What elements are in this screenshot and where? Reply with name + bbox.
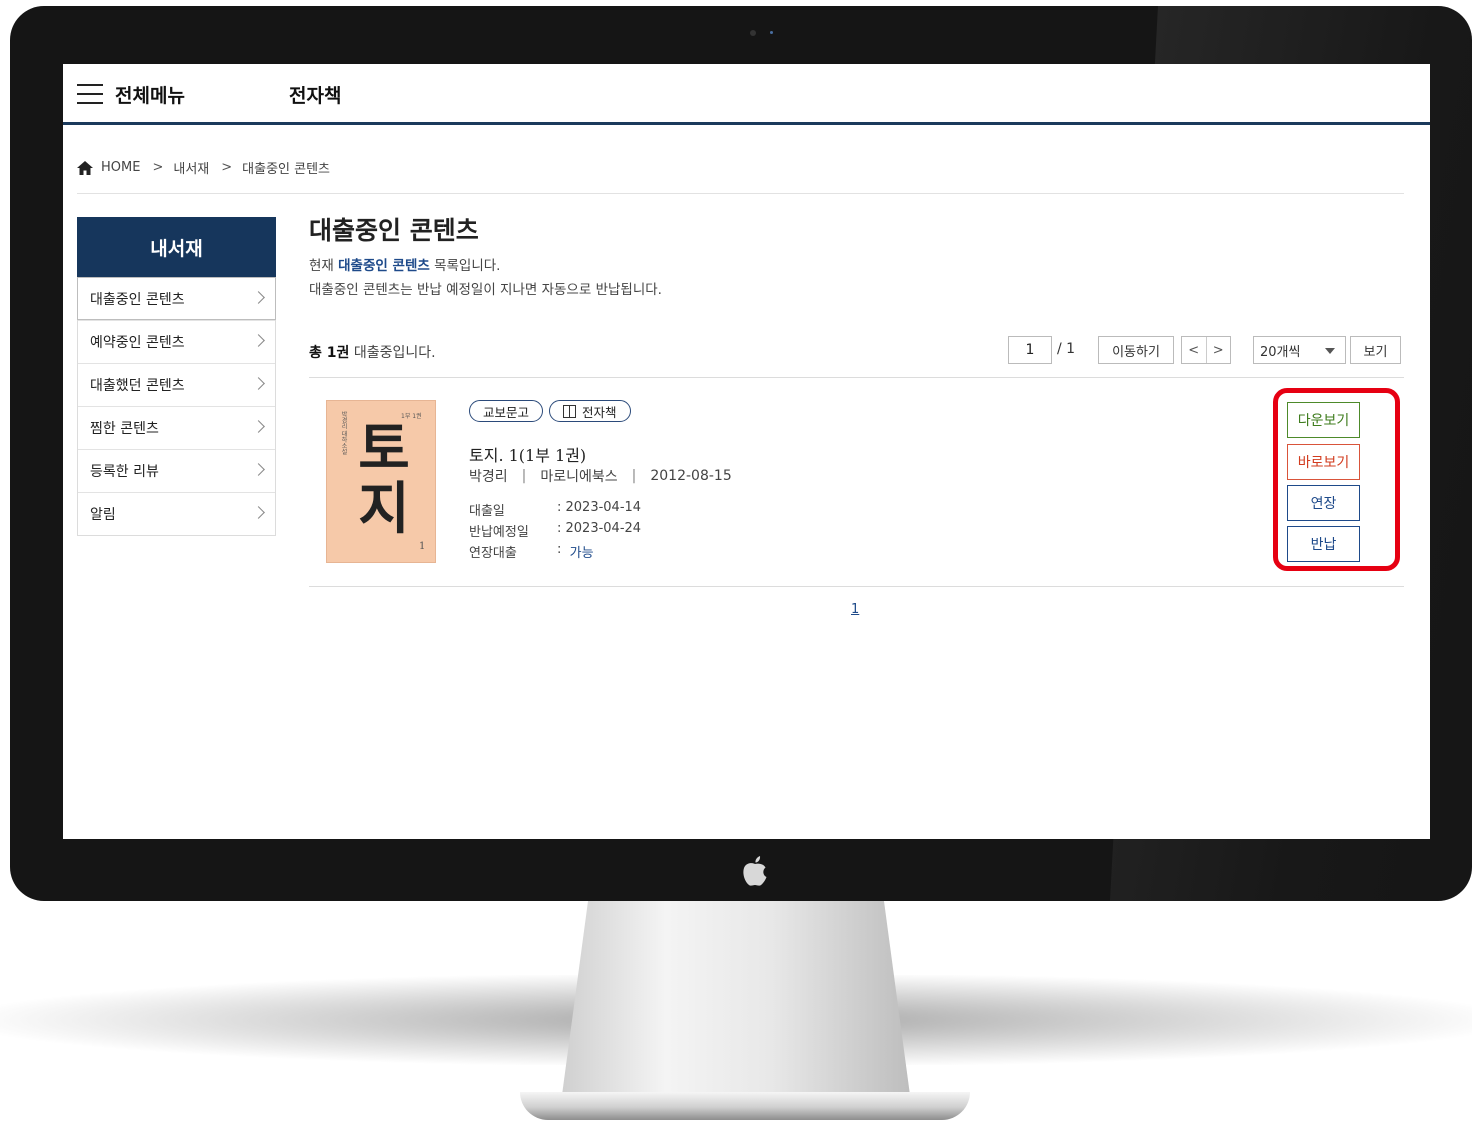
book-author: 박경리 [469, 469, 508, 485]
home-icon [77, 160, 93, 175]
list-item: 박경리 대하소설 1부 1권 토 지 1 교보문고 전자책 토지. 1(1부 1… [309, 378, 1404, 587]
page-title: 대출중인 콘텐츠 [309, 216, 479, 245]
prev-page-button[interactable]: < [1182, 337, 1207, 363]
go-page-button[interactable]: 이동하기 [1098, 336, 1174, 364]
book-icon [563, 404, 577, 418]
all-menu-label: 전체메뉴 [115, 84, 185, 107]
section-title: 전자책 [289, 85, 342, 107]
sidebar-item-wishlist[interactable]: 찜한 콘텐츠 [78, 406, 275, 449]
monitor-stand [560, 900, 912, 1110]
description-emphasis: 대출중인 콘텐츠 [338, 258, 430, 274]
direct-view-button[interactable]: 바로보기 [1287, 444, 1360, 480]
sidebar-item-borrowing[interactable]: 대출중인 콘텐츠 [77, 277, 276, 320]
cover-title-char-1: 토 [358, 416, 410, 482]
page-number-input[interactable]: 1 [1008, 336, 1052, 364]
meta-separator: | [631, 468, 637, 484]
extend-label: 연장대출 [469, 546, 517, 561]
description-prefix: 현재 [309, 258, 339, 274]
sidebar-item-reviews[interactable]: 등록한 리뷰 [78, 449, 275, 492]
cover-title-char-2: 지 [358, 476, 410, 542]
book-publisher: 마로니에북스 [540, 469, 618, 485]
total-count: 총 1권 대출중입니다. [309, 342, 436, 362]
tag-ebook: 전자책 [549, 400, 631, 422]
sidebar-item-label: 등록한 리뷰 [90, 464, 159, 480]
sidebar-item-label: 알림 [90, 507, 116, 523]
camera-icon [750, 30, 756, 36]
sidebar-menu: 대출중인 콘텐츠 예약중인 콘텐츠 대출했던 콘텐츠 찜한 콘텐츠 등록한 리뷰… [77, 277, 276, 536]
extend-colon: : [557, 542, 570, 557]
book-cover[interactable]: 박경리 대하소설 1부 1권 토 지 1 [326, 400, 436, 563]
breadcrumb: HOME > 내서재 > 대출중인 콘텐츠 [77, 158, 330, 177]
sidebar-item-label: 대출중인 콘텐츠 [90, 291, 185, 308]
per-page-value: 20개씩 [1260, 344, 1301, 360]
caret-down-icon [1325, 348, 1335, 354]
chevron-right-icon [252, 420, 265, 433]
item-tags: 교보문고 전자책 [469, 400, 631, 422]
loan-date-label: 대출일 [469, 504, 505, 519]
return-date-row: 반납예정일 : 2023-04-24 [469, 521, 641, 542]
cover-volume: 1 [419, 541, 426, 552]
extend-button[interactable]: 연장 [1287, 485, 1360, 521]
apple-logo-icon [740, 854, 770, 888]
total-count-bold: 총 1권 [309, 345, 350, 361]
sidebar-item-notifications[interactable]: 알림 [78, 492, 275, 535]
sidebar-item-label: 예약중인 콘텐츠 [90, 335, 185, 351]
cover-author-text: 박경리 대하소설 [340, 411, 347, 455]
description-line-2: 대출중인 콘텐츠는 반납 예정일이 지나면 자동으로 반납됩니다. [309, 282, 662, 298]
sidebar-item-history[interactable]: 대출했던 콘텐츠 [78, 363, 275, 406]
return-button[interactable]: 반납 [1287, 526, 1360, 562]
sidebar: 내서재 대출중인 콘텐츠 예약중인 콘텐츠 대출했던 콘텐츠 찜한 콘텐츠 등록… [77, 217, 276, 536]
top-bar: 전체메뉴 전자책 [63, 64, 1430, 125]
per-page-select[interactable]: 20개씩 [1253, 336, 1346, 364]
extend-status: 가능 [569, 546, 594, 561]
breadcrumb-divider [77, 193, 1404, 194]
sidebar-item-label: 대출했던 콘텐츠 [90, 378, 185, 394]
book-meta: 박경리 | 마로니에북스 | 2012-08-15 [469, 466, 732, 486]
camera-led [770, 31, 773, 34]
total-count-text: 대출중입니다. [349, 345, 436, 361]
main-content: 대출중인 콘텐츠 현재 대출중인 콘텐츠 목록입니다. 대출중인 콘텐츠는 반납… [309, 214, 1404, 617]
extend-row: 연장대출 : 가능 [469, 542, 641, 563]
all-menu-button[interactable]: 전체메뉴 [77, 80, 185, 108]
return-date-value: : 2023-04-24 [557, 521, 642, 536]
breadcrumb-home[interactable]: HOME [101, 160, 140, 175]
chevron-right-icon [252, 463, 265, 476]
page-nav: < > [1181, 336, 1231, 364]
browser-screen: 전체메뉴 전자책 HOME > 내서재 > 대출중인 콘텐츠 내서재 대출중인 … [63, 64, 1430, 839]
chevron-right-icon [252, 334, 265, 347]
pagination-page-1[interactable]: 1 [851, 602, 859, 617]
return-date-label: 반납예정일 [469, 525, 529, 540]
tag-publisher: 교보문고 [469, 400, 544, 422]
loan-info: 대출일 : 2023-04-14 반납예정일 : 2023-04-24 연장대출… [469, 500, 641, 563]
sidebar-item-label: 찜한 콘텐츠 [90, 421, 159, 437]
meta-separator: | [521, 468, 527, 484]
breadcrumb-separator: > [152, 160, 164, 175]
tag-ebook-label: 전자책 [582, 404, 617, 420]
download-view-button[interactable]: 다운보기 [1287, 402, 1360, 438]
breadcrumb-separator: > [221, 160, 233, 175]
loan-date-row: 대출일 : 2023-04-14 [469, 500, 641, 521]
sidebar-title: 내서재 [77, 217, 276, 277]
book-title[interactable]: 토지. 1(1부 1권) [469, 442, 586, 466]
hamburger-icon [77, 84, 103, 104]
breadcrumb-current: 대출중인 콘텐츠 [242, 162, 331, 177]
chevron-right-icon [252, 506, 265, 519]
view-button[interactable]: 보기 [1350, 336, 1401, 364]
monitor-stand-base [520, 1092, 970, 1120]
description-line-1: 현재 대출중인 콘텐츠 목록입니다. [309, 254, 1404, 278]
chevron-right-icon [252, 377, 265, 390]
breadcrumb-mylibrary[interactable]: 내서재 [173, 158, 209, 177]
page-description: 현재 대출중인 콘텐츠 목록입니다. 대출중인 콘텐츠는 반납 예정일이 지나면… [309, 254, 1404, 302]
page-total: / 1 [1057, 341, 1076, 357]
next-page-button[interactable]: > [1207, 337, 1231, 363]
loan-date-value: : 2023-04-14 [557, 500, 642, 515]
book-pub-date: 2012-08-15 [650, 468, 732, 484]
description-suffix: 목록입니다. [429, 258, 501, 274]
chevron-right-icon [252, 291, 265, 304]
sidebar-item-reserved[interactable]: 예약중인 콘텐츠 [78, 320, 275, 363]
list-toolbar: 총 1권 대출중입니다. 1 / 1 이동하기 < > 20개씩 보기 [309, 334, 1404, 370]
